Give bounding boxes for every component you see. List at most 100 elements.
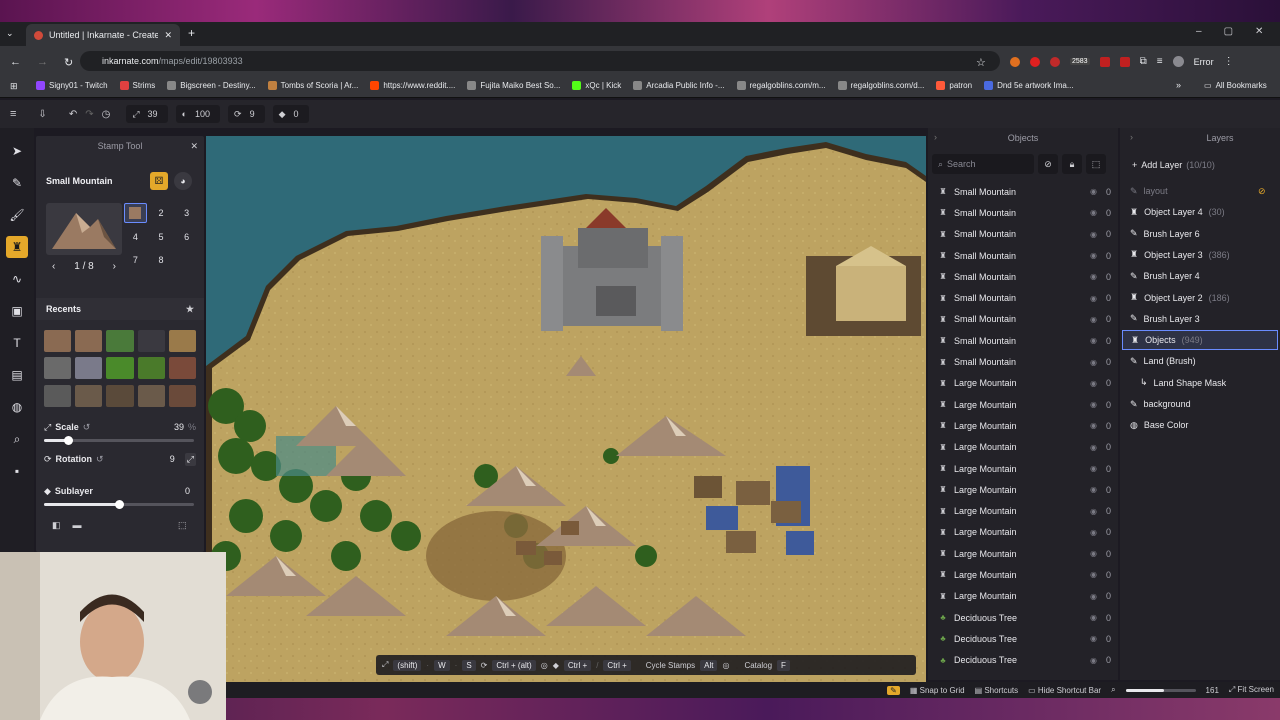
recent-stamp[interactable] xyxy=(44,384,72,407)
back-icon[interactable]: ← xyxy=(10,56,21,69)
variant-option[interactable]: 1 xyxy=(124,203,147,223)
visibility-icon[interactable]: ◉ xyxy=(1090,485,1100,494)
visibility-icon[interactable]: ◉ xyxy=(1090,379,1100,388)
visibility-icon[interactable]: ◉ xyxy=(1090,336,1100,345)
layer-row[interactable]: ♜ Object Layer 4 (30) xyxy=(1122,202,1278,222)
visibility-icon[interactable]: ◉ xyxy=(1090,208,1100,217)
fit-screen-button[interactable]: ⤢ Fit Screen xyxy=(1229,685,1274,695)
close-tab-icon[interactable]: ✕ xyxy=(164,30,172,41)
object-row[interactable]: ♜ Large Mountain ◉ 0 xyxy=(932,522,1116,543)
expand-icon[interactable]: ⬚ xyxy=(178,520,187,531)
recent-stamp[interactable] xyxy=(75,384,103,407)
palette-icon[interactable]: ◕ xyxy=(174,172,192,190)
visibility-icon[interactable]: ◉ xyxy=(1090,187,1100,196)
browser-tab[interactable]: Untitled | Inkarnate - Create Fa ✕ xyxy=(26,24,180,46)
close-window-icon[interactable]: ✕ xyxy=(1255,26,1263,37)
visibility-icon[interactable]: ◉ xyxy=(1090,315,1100,324)
next-icon[interactable]: › xyxy=(113,261,116,272)
recent-stamp[interactable] xyxy=(137,330,165,352)
rotate-random-icon[interactable]: ⤢ xyxy=(184,452,196,466)
random-icon[interactable]: ⚄ xyxy=(150,172,168,190)
layer-field[interactable]: ◆ 0 xyxy=(272,105,309,123)
object-row[interactable]: ♜ Small Mountain ◉ 0 xyxy=(932,202,1116,223)
history-icon[interactable]: ◷ xyxy=(102,109,111,120)
export-icon[interactable]: ⇩ xyxy=(38,109,46,120)
object-row[interactable]: ♜ Small Mountain ◉ 0 xyxy=(932,224,1116,245)
object-row[interactable]: ♜ Large Mountain ◉ 0 xyxy=(932,586,1116,607)
visibility-icon[interactable]: ◉ xyxy=(1090,294,1100,303)
layer-row[interactable]: ✎ Brush Layer 6 xyxy=(1122,224,1278,244)
visibility-icon[interactable]: ◉ xyxy=(1090,592,1100,601)
recent-stamp[interactable] xyxy=(168,330,196,352)
bookmark-item[interactable]: xQc | Kick xyxy=(572,81,621,90)
recent-stamp[interactable] xyxy=(44,330,72,352)
bookmark-item[interactable]: Bigscreen - Destiny... xyxy=(167,81,256,90)
error-button[interactable]: Error xyxy=(1194,57,1214,67)
reset-icon[interactable]: ↺ xyxy=(83,422,91,433)
layer-row[interactable]: ✎ layout xyxy=(1122,181,1278,201)
layer-row[interactable]: ♜ Object Layer 2 (186) xyxy=(1122,288,1278,308)
shape-tool-icon[interactable]: ▣ xyxy=(6,300,28,322)
object-row[interactable]: ♣ Deciduous Tree ◉ 0 xyxy=(932,607,1116,628)
object-row[interactable]: ♣ Deciduous Tree ◉ 0 xyxy=(932,628,1116,649)
variant-option[interactable]: 7 xyxy=(124,250,147,270)
visibility-icon[interactable]: ◉ xyxy=(1090,358,1100,367)
reload-icon[interactable]: ↻ xyxy=(64,56,73,69)
visibility-icon[interactable]: ◉ xyxy=(1090,400,1100,409)
pencil-icon[interactable]: ✎ xyxy=(887,685,900,695)
extension-icon[interactable] xyxy=(1099,56,1110,67)
lock-icon[interactable]: 🔒︎ xyxy=(1062,154,1082,174)
object-row[interactable]: ♜ Large Mountain ◉ 0 xyxy=(932,479,1116,500)
object-row[interactable]: ♜ Large Mountain ◉ 0 xyxy=(932,564,1116,585)
recent-stamp[interactable] xyxy=(75,357,103,380)
bookmark-item[interactable]: Dnd 5e artwork Ima... xyxy=(984,81,1074,90)
object-row[interactable]: ♜ Large Mountain ◉ 0 xyxy=(932,373,1116,394)
bookmark-item[interactable]: Strims xyxy=(119,81,155,90)
map-canvas[interactable] xyxy=(206,136,926,682)
select-tool-icon[interactable]: ➤ xyxy=(6,140,28,162)
save-tool-icon[interactable]: ▪ xyxy=(6,460,28,482)
rotation-field[interactable]: ⟳ 9 xyxy=(228,105,265,123)
snap-toggle[interactable]: ▦ Snap to Grid xyxy=(910,686,965,695)
all-bookmarks[interactable]: ▭ All Bookmarks xyxy=(1204,81,1267,90)
visibility-icon[interactable]: ◉ xyxy=(1090,421,1100,430)
add-layer-button[interactable]: + Add Layer (10/10) xyxy=(1132,156,1228,174)
object-row[interactable]: ♜ Large Mountain ◉ 0 xyxy=(932,415,1116,436)
object-row[interactable]: ♜ Small Mountain ◉ 0 xyxy=(932,330,1116,351)
layer-row[interactable]: ✎ Land (Brush) xyxy=(1122,351,1278,371)
extension-icon[interactable] xyxy=(1119,56,1130,67)
maximize-icon[interactable]: ▢ xyxy=(1224,26,1233,37)
visibility-icon[interactable]: ◉ xyxy=(1090,230,1100,239)
save-stamp-icon[interactable]: ▬ xyxy=(73,520,82,531)
recent-stamp[interactable] xyxy=(106,384,134,407)
reset-icon[interactable]: ↺ xyxy=(96,454,104,465)
globe-tool-icon[interactable]: ◍ xyxy=(6,396,28,418)
redo-icon[interactable]: ↷ xyxy=(85,109,93,120)
object-row[interactable]: ♣ Deciduous Tree ◉ 0 xyxy=(932,650,1116,671)
select-all-icon[interactable]: ⬚ xyxy=(1086,154,1106,174)
tab-list-icon[interactable]: ⌄ xyxy=(6,28,14,39)
hamburger-icon[interactable]: ≡ xyxy=(10,108,16,120)
recent-stamp[interactable] xyxy=(168,384,196,407)
layer-row[interactable]: ♜ Objects (949) xyxy=(1122,330,1278,351)
visibility-icon[interactable]: ◉ xyxy=(1090,251,1100,260)
puzzle-icon[interactable]: ⧉ xyxy=(1140,56,1147,67)
opacity-field[interactable]: ◐ 100 xyxy=(175,105,221,123)
object-row[interactable]: ♜ Small Mountain ◉ 0 xyxy=(932,309,1116,330)
recent-stamp[interactable] xyxy=(44,357,72,380)
object-row[interactable]: ♜ Large Mountain ◉ 0 xyxy=(932,437,1116,458)
extension-icon[interactable] xyxy=(1010,56,1020,67)
variant-option[interactable]: 3 xyxy=(175,203,198,223)
collapse-objects-icon[interactable]: › xyxy=(934,132,937,142)
profile-avatar[interactable] xyxy=(1172,56,1184,67)
stamp-preview[interactable] xyxy=(46,203,122,255)
star-icon[interactable]: ☆ xyxy=(976,56,986,69)
bookmark-item[interactable]: Fujita Maiko Best So... xyxy=(467,81,560,90)
sublayer-slider[interactable] xyxy=(44,500,194,509)
bookmark-item[interactable]: regalgoblins.com/d... xyxy=(837,81,924,90)
media-icon[interactable]: ≡ xyxy=(1157,56,1163,67)
variant-option[interactable]: 5 xyxy=(150,227,173,247)
variant-option[interactable]: 4 xyxy=(124,227,147,247)
recent-stamp[interactable] xyxy=(137,384,165,407)
undo-icon[interactable]: ↶ xyxy=(69,109,77,120)
